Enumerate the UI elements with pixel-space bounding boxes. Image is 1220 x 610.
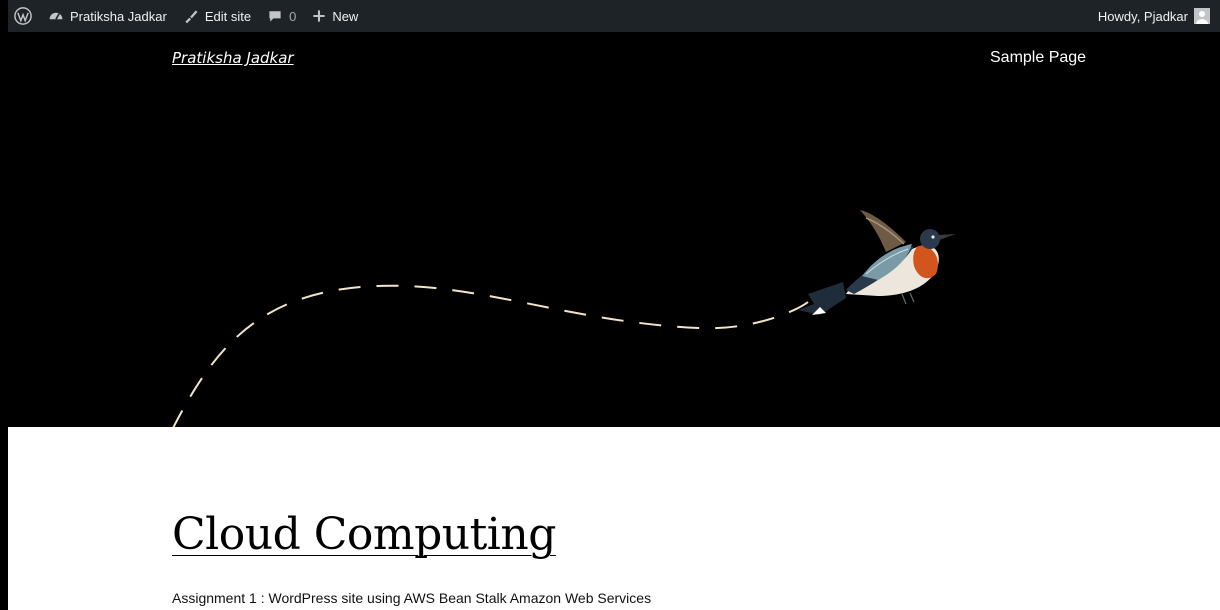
dashboard-icon	[48, 8, 64, 24]
site-header-hero: Pratiksha Jadkar Sample Page	[8, 32, 1220, 427]
edit-site-label: Edit site	[204, 8, 252, 24]
comments-count: 0	[289, 8, 297, 24]
wordpress-logo-button[interactable]	[8, 0, 40, 32]
edit-brush-icon	[183, 8, 199, 24]
plus-icon	[312, 9, 326, 23]
new-label: New	[332, 8, 359, 24]
post-title-link[interactable]: Cloud Computing	[172, 510, 556, 560]
my-account-menu[interactable]: Howdy, Pjadkar	[1090, 0, 1220, 32]
avatar	[1194, 8, 1210, 24]
flight-path-illustration	[172, 210, 956, 427]
site-name-menu[interactable]: Pratiksha Jadkar	[40, 0, 175, 32]
edit-site-button[interactable]: Edit site	[175, 0, 259, 32]
browser-frame: Pratiksha Jadkar Edit site 0 New Howdy, …	[0, 0, 1220, 610]
site-name-label: Pratiksha Jadkar	[70, 8, 167, 24]
comment-bubble-icon	[267, 8, 283, 24]
wordpress-icon	[14, 7, 32, 25]
bird-icon	[798, 210, 956, 315]
site-title-link[interactable]: Pratiksha Jadkar	[172, 49, 294, 67]
post-excerpt: Assignment 1 : WordPress site using AWS …	[172, 590, 652, 606]
new-content-button[interactable]: New	[304, 0, 366, 32]
dashed-flight-path	[172, 284, 809, 427]
nav-sample-page[interactable]: Sample Page	[990, 49, 1086, 67]
comments-button[interactable]: 0	[259, 0, 304, 32]
admin-bar: Pratiksha Jadkar Edit site 0 New Howdy, …	[8, 0, 1220, 32]
howdy-label: Howdy, Pjadkar	[1097, 8, 1188, 24]
